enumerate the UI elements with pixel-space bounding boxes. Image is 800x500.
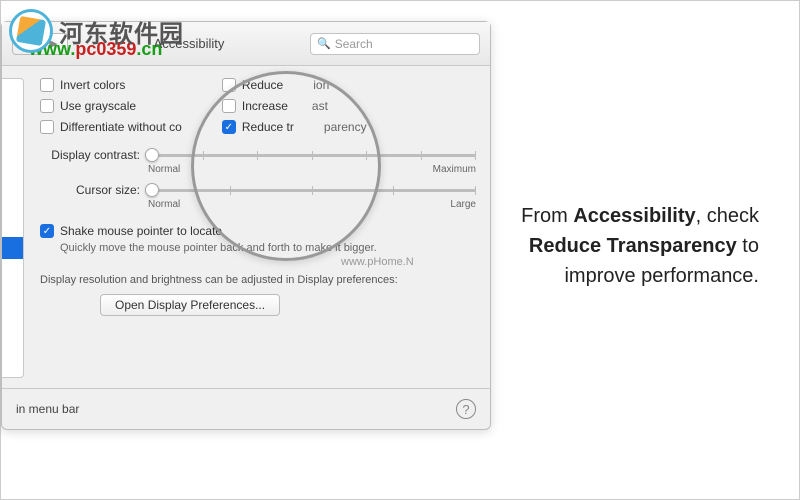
menubar-label: in menu bar [16, 402, 79, 416]
preferences-window: ◀ ▶ Accessibility 🔍 Search Invert colors… [1, 21, 491, 430]
logo-icon [9, 9, 53, 53]
contrast-knob[interactable] [145, 148, 159, 162]
window-footer: in menu bar ? [2, 388, 490, 429]
invert-colors-checkbox[interactable]: Invert colors [40, 78, 182, 92]
open-display-preferences-button[interactable]: Open Display Preferences... [100, 294, 280, 316]
watermark-logo: 河东软件园 [9, 9, 184, 53]
shake-pointer-checkbox[interactable]: ✓Shake mouse pointer to locate [40, 224, 476, 238]
display-note: Display resolution and brightness can be… [40, 274, 476, 286]
instruction-caption: From Accessibility, check Reduce Transpa… [509, 201, 759, 291]
search-icon: 🔍 [317, 37, 331, 50]
reduce-motion-checkbox[interactable]: Reduceion [222, 78, 367, 92]
display-contrast-slider[interactable]: Display contrast: NormalMaximum [40, 148, 476, 175]
reduce-transparency-checkbox[interactable]: ✓Reduce trparency [222, 120, 367, 134]
content-pane: Invert colors Use grayscale Differentiat… [24, 78, 476, 378]
use-grayscale-checkbox[interactable]: Use grayscale [40, 99, 182, 113]
contrast-track[interactable] [148, 154, 476, 157]
increase-contrast-checkbox[interactable]: Increaseast [222, 99, 367, 113]
shake-description: Quickly move the mouse pointer back and … [60, 242, 476, 254]
differentiate-checkbox[interactable]: Differentiate without co [40, 120, 182, 134]
cursor-track[interactable] [148, 189, 476, 192]
watermark-brand: 河东软件园 [59, 14, 184, 49]
search-input[interactable]: 🔍 Search [310, 33, 480, 55]
cursor-knob[interactable] [145, 183, 159, 197]
sidebar[interactable] [2, 78, 24, 378]
sidebar-selection [2, 237, 23, 259]
cursor-size-slider[interactable]: Cursor size: NormalLarge [40, 183, 476, 210]
help-icon[interactable]: ? [456, 399, 476, 419]
watermark-center: www.pHome.N [341, 256, 414, 268]
